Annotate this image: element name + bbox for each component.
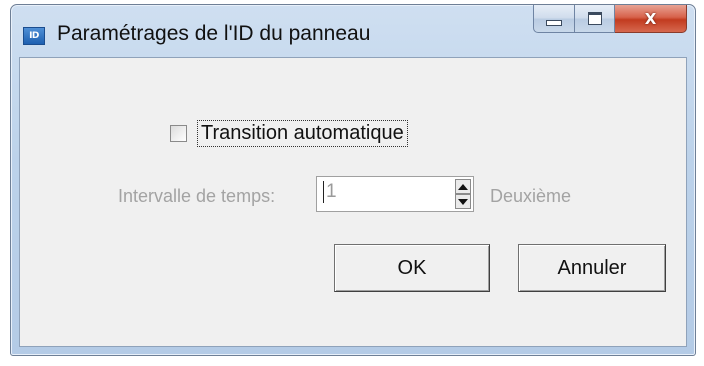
window-title: Paramétrages de l'ID du panneau	[57, 22, 371, 45]
interval-unit-label: Deuxième	[490, 186, 572, 206]
close-icon: X	[644, 9, 657, 28]
title-bar[interactable]: ID Paramétrages de l'ID du panneau X	[11, 5, 695, 57]
spin-down-button[interactable]	[455, 194, 471, 209]
caption-buttons: X	[533, 5, 687, 35]
arrow-down-icon	[458, 198, 468, 205]
dialog-body: Transition automatique Intervalle de tem…	[19, 57, 687, 347]
interval-spinbox[interactable]: 1	[316, 176, 474, 212]
interval-input[interactable]: 1	[323, 181, 337, 203]
arrow-up-icon	[458, 183, 468, 190]
ok-button[interactable]: OK	[334, 244, 490, 292]
minimize-button[interactable]	[533, 5, 575, 33]
maximize-icon	[587, 12, 602, 25]
app-icon: ID	[23, 27, 45, 45]
interval-label: Intervalle de temps:	[118, 186, 276, 206]
settings-dialog: ID Paramétrages de l'ID du panneau X Tra…	[10, 4, 696, 356]
spin-up-button[interactable]	[455, 179, 471, 194]
minimize-icon	[546, 19, 562, 26]
maximize-button[interactable]	[575, 5, 615, 33]
auto-transition-row: Transition automatique	[170, 120, 408, 147]
auto-transition-checkbox[interactable]	[170, 125, 187, 142]
auto-transition-label[interactable]: Transition automatique	[197, 120, 408, 147]
cancel-button[interactable]: Annuler	[518, 244, 666, 292]
spin-buttons	[455, 179, 471, 209]
close-button[interactable]: X	[615, 5, 687, 33]
